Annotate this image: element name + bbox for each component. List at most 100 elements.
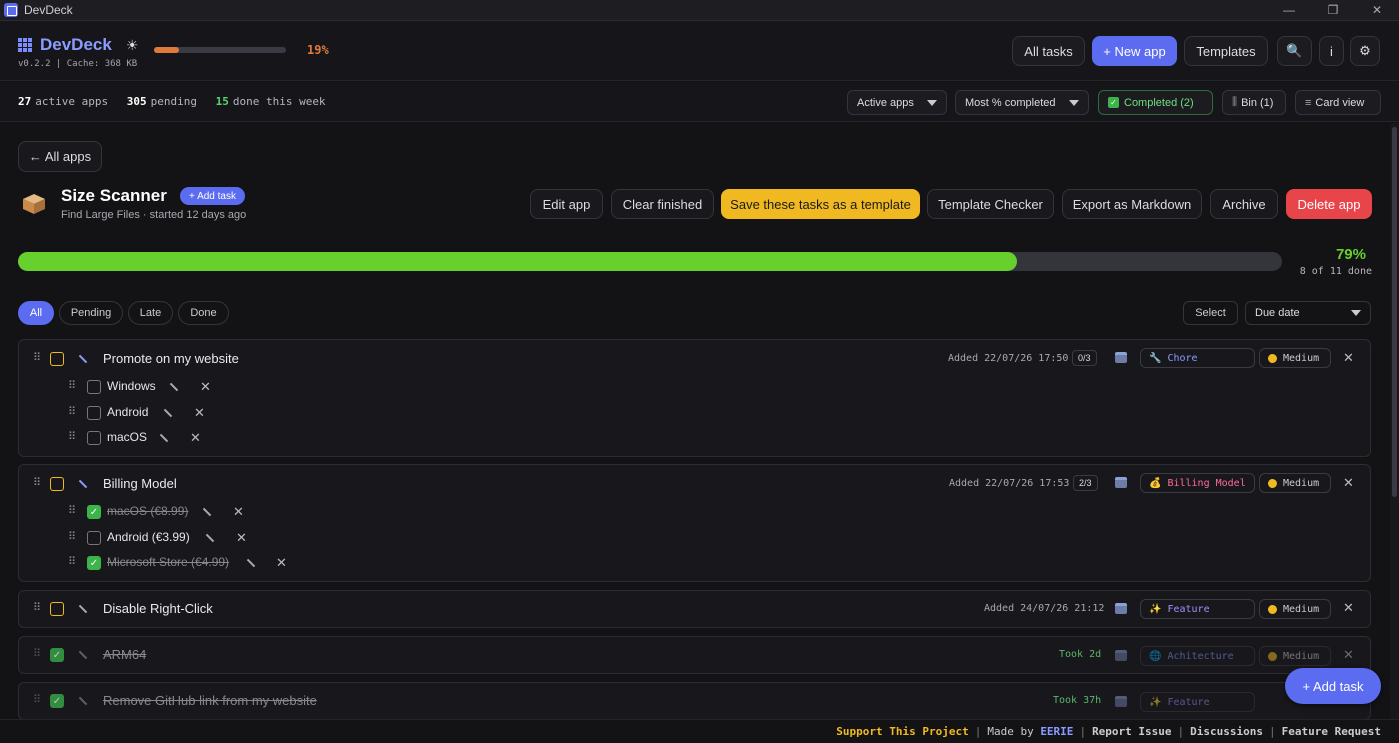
filter-late[interactable]: Late: [128, 301, 173, 325]
subtask-checkbox[interactable]: [87, 380, 101, 394]
drag-handle-icon[interactable]: ⠿: [68, 379, 76, 392]
edit-pencil-icon[interactable]: [78, 696, 88, 706]
drag-handle-icon[interactable]: ⠿: [68, 405, 76, 418]
subtask-checkbox-checked[interactable]: ✓: [87, 505, 101, 519]
task-title[interactable]: ARM64: [103, 647, 146, 662]
brand-name[interactable]: DevDeck: [40, 35, 112, 55]
edit-pencil-icon[interactable]: [163, 408, 173, 418]
delete-subtask-icon[interactable]: ✕: [233, 504, 244, 520]
feature-request-link[interactable]: Feature Request: [1282, 725, 1381, 738]
delete-task-icon[interactable]: ✕: [1343, 647, 1354, 663]
delete-subtask-icon[interactable]: ✕: [276, 555, 287, 571]
task-tag[interactable]: 💰 Billing Model: [1140, 473, 1255, 493]
task-tag[interactable]: 🔧 Chore: [1140, 348, 1255, 368]
edit-pencil-icon[interactable]: [202, 507, 212, 517]
delete-task-icon[interactable]: ✕: [1343, 600, 1354, 616]
subtask-checkbox-checked[interactable]: ✓: [87, 556, 101, 570]
task-title[interactable]: Promote on my website: [103, 351, 239, 366]
scrollbar-thumb[interactable]: [1392, 127, 1397, 497]
delete-subtask-icon[interactable]: ✕: [190, 430, 201, 446]
task-priority[interactable]: Medium: [1259, 473, 1331, 493]
delete-app-button[interactable]: Delete app: [1286, 189, 1372, 219]
calendar-icon[interactable]: [1115, 650, 1127, 661]
task-title[interactable]: Disable Right-Click: [103, 601, 213, 616]
report-issue-link[interactable]: Report Issue: [1092, 725, 1171, 738]
subtask-label[interactable]: macOS: [107, 430, 147, 444]
task-checkbox[interactable]: [50, 477, 64, 491]
delete-subtask-icon[interactable]: ✕: [236, 530, 247, 546]
task-title[interactable]: Remove GitHub link from my website: [103, 693, 317, 708]
info-button[interactable]: i: [1319, 36, 1344, 66]
drag-handle-icon[interactable]: ⠿: [33, 693, 41, 706]
drag-handle-icon[interactable]: ⠿: [33, 351, 41, 364]
subtask-label[interactable]: Android (€3.99): [107, 530, 190, 544]
view-toggle[interactable]: ≡ Card view: [1295, 90, 1381, 115]
subtask-label[interactable]: Microsoft Store (€4.99): [107, 555, 229, 569]
all-tasks-button[interactable]: All tasks: [1012, 36, 1085, 66]
archive-button[interactable]: Archive: [1210, 189, 1278, 219]
drag-handle-icon[interactable]: ⠿: [68, 530, 76, 543]
support-link[interactable]: Support This Project: [836, 725, 968, 738]
subtask-checkbox[interactable]: [87, 431, 101, 445]
edit-pencil-icon[interactable]: [169, 382, 179, 392]
app-sort-select[interactable]: Most % completed: [955, 90, 1089, 115]
close-window-icon[interactable]: ✕: [1355, 0, 1399, 21]
task-sort-select[interactable]: Due date: [1245, 301, 1371, 325]
drag-handle-icon[interactable]: ⠿: [68, 555, 76, 568]
task-tag[interactable]: ✨ Feature: [1140, 599, 1255, 619]
task-tag[interactable]: ✨ Feature: [1140, 692, 1255, 712]
edit-app-button[interactable]: Edit app: [530, 189, 603, 219]
minimize-icon[interactable]: —: [1267, 0, 1311, 21]
drag-handle-icon[interactable]: ⠿: [68, 430, 76, 443]
subtask-label[interactable]: Android: [107, 405, 148, 419]
search-button[interactable]: 🔍: [1277, 36, 1312, 66]
subtask-label[interactable]: Windows: [107, 379, 156, 393]
edit-pencil-icon[interactable]: [246, 558, 256, 568]
edit-pencil-icon[interactable]: [78, 604, 88, 614]
task-priority[interactable]: Medium: [1259, 599, 1331, 619]
back-to-all-apps-button[interactable]: ← All apps: [18, 141, 102, 172]
edit-pencil-icon[interactable]: [205, 533, 215, 543]
export-markdown-button[interactable]: Export as Markdown: [1062, 189, 1202, 219]
subtask-checkbox[interactable]: [87, 406, 101, 420]
edit-pencil-icon[interactable]: [78, 650, 88, 660]
subtask-label[interactable]: macOS (€8.99): [107, 504, 188, 518]
scrollbar[interactable]: [1390, 123, 1399, 719]
drag-handle-icon[interactable]: ⠿: [33, 476, 41, 489]
author-link[interactable]: EERIE: [1040, 725, 1073, 738]
calendar-icon[interactable]: [1115, 352, 1127, 363]
settings-button[interactable]: ⚙: [1350, 36, 1380, 66]
add-task-fab-button[interactable]: + Add task: [1285, 668, 1381, 704]
filter-done[interactable]: Done: [178, 301, 229, 325]
edit-pencil-icon[interactable]: [78, 479, 88, 489]
edit-pencil-icon[interactable]: [159, 433, 169, 443]
filter-all[interactable]: All: [18, 301, 54, 325]
app-filter-select[interactable]: Active apps: [847, 90, 947, 115]
drag-handle-icon[interactable]: ⠿: [68, 504, 76, 517]
delete-task-icon[interactable]: ✕: [1343, 350, 1354, 366]
filter-pending[interactable]: Pending: [59, 301, 123, 325]
templates-button[interactable]: Templates: [1184, 36, 1268, 66]
calendar-icon[interactable]: [1115, 696, 1127, 707]
bin-button[interactable]: ⫼ Bin (1): [1222, 90, 1286, 115]
completed-toggle[interactable]: ✓ Completed (2): [1098, 90, 1213, 115]
discussions-link[interactable]: Discussions: [1190, 725, 1263, 738]
new-app-button[interactable]: + New app: [1092, 36, 1177, 66]
task-priority[interactable]: Medium: [1259, 348, 1331, 368]
task-title[interactable]: Billing Model: [103, 476, 177, 491]
delete-task-icon[interactable]: ✕: [1343, 475, 1354, 491]
save-as-template-button[interactable]: Save these tasks as a template: [721, 189, 920, 219]
drag-handle-icon[interactable]: ⠿: [33, 647, 41, 660]
task-checkbox[interactable]: [50, 352, 64, 366]
restore-icon[interactable]: ❐: [1311, 0, 1355, 21]
drag-handle-icon[interactable]: ⠿: [33, 601, 41, 614]
select-button[interactable]: Select: [1183, 301, 1238, 325]
delete-subtask-icon[interactable]: ✕: [200, 379, 211, 395]
delete-subtask-icon[interactable]: ✕: [194, 405, 205, 421]
task-priority[interactable]: Medium: [1259, 646, 1331, 666]
calendar-icon[interactable]: [1115, 477, 1127, 488]
edit-pencil-icon[interactable]: [78, 354, 88, 364]
clear-finished-button[interactable]: Clear finished: [611, 189, 714, 219]
add-task-small-button[interactable]: + Add task: [180, 187, 245, 205]
task-checkbox-checked[interactable]: ✓: [50, 648, 64, 662]
